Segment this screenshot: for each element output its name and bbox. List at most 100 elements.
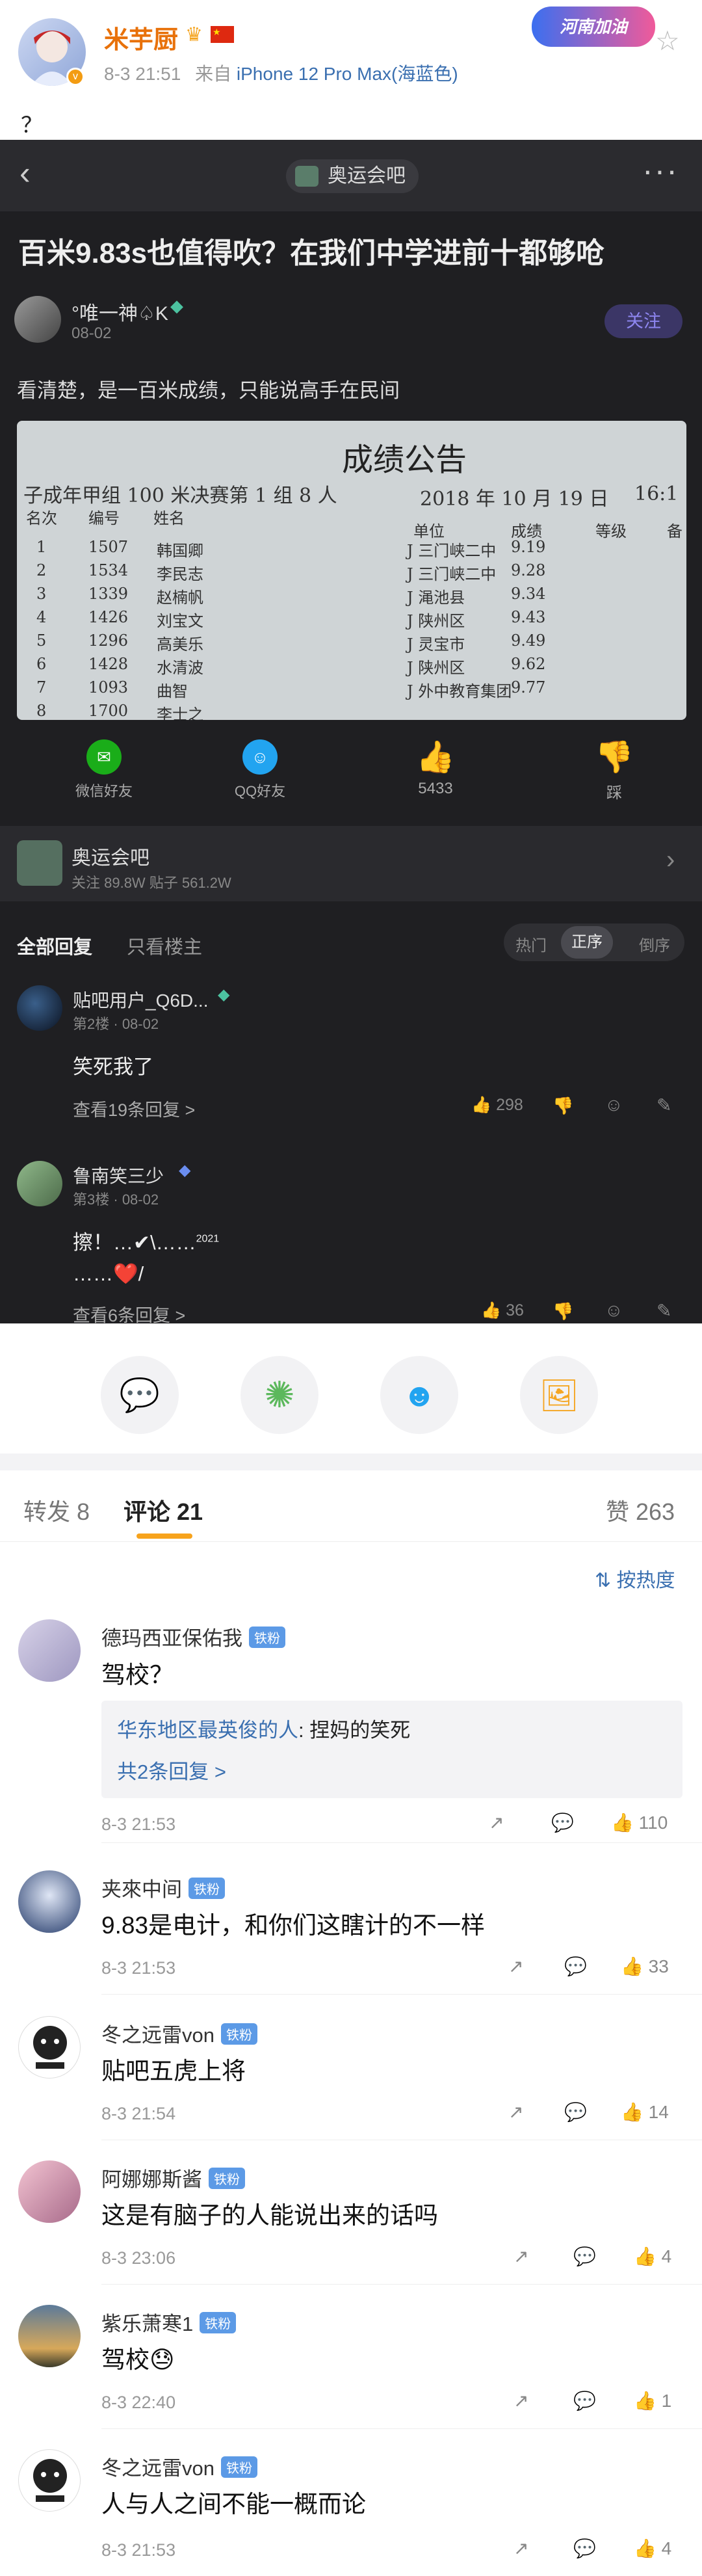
- henan-badge[interactable]: 河南加油: [532, 7, 655, 47]
- comment-like[interactable]: 👍 4: [634, 2246, 671, 2267]
- photo-cell: 9.62: [511, 655, 546, 673]
- crown-icon: ♛: [185, 24, 203, 46]
- repost-icon[interactable]: ↗: [508, 2101, 523, 2123]
- comment-user[interactable]: 夹來中间 铁粉: [101, 1873, 225, 1902]
- comment-like[interactable]: 👍 33: [621, 1956, 669, 1977]
- photo-cell: 李士之: [157, 706, 203, 720]
- floor-more: 查看19条回复 >: [73, 1100, 196, 1120]
- repost-icon[interactable]: ↗: [508, 1956, 523, 1977]
- floor-meta: 第2楼 · 08-02: [73, 1016, 159, 1032]
- comment-user[interactable]: 阿娜娜斯酱 铁粉: [101, 2163, 245, 2192]
- reply-icon[interactable]: 💬: [564, 2101, 587, 2123]
- photo-date: 2018 年 10 月 19 日: [420, 488, 609, 511]
- embed-topbar: ‹ 奥运会吧 ···: [0, 140, 702, 211]
- photo-cell: 水清波: [157, 659, 203, 677]
- repost-icon[interactable]: ↗: [489, 1812, 504, 1833]
- comment-user[interactable]: 紫乐萧寒1 铁粉: [101, 2307, 237, 2337]
- photo-cell: 8: [36, 702, 47, 720]
- comment-user[interactable]: 冬之远雷von 铁粉: [101, 2452, 257, 2481]
- floor-text: 笑死我了: [73, 1056, 153, 1078]
- embed-action-qq: ☺ QQ好友: [214, 739, 306, 801]
- comment-like[interactable]: 👍 4: [634, 2538, 671, 2559]
- repost-icon[interactable]: ↗: [514, 2390, 528, 2411]
- photo-cell: J 陕州区: [407, 612, 465, 630]
- photo-cell: 3: [36, 585, 47, 603]
- reply-icon[interactable]: 💬: [564, 1956, 587, 1977]
- embedded-screenshot: ‹ 奥运会吧 ··· 百米9.83s也值得吹？在我们中学进前十都够呛 °唯一神♤…: [0, 140, 702, 1325]
- comment-time: 8-3 21:54: [101, 2104, 176, 2123]
- comment-like[interactable]: 👍 110: [611, 1812, 668, 1833]
- reply-tab-all: 全部回复: [17, 937, 93, 958]
- photo-cell: J 陕州区: [407, 659, 465, 677]
- reply-user[interactable]: 华东地区最英俊的人: [117, 1719, 298, 1742]
- sort-label: 按热度: [616, 1570, 675, 1591]
- thumb-up-icon: 👍: [471, 1096, 492, 1114]
- floor-text-main: 擦！…✔\……: [73, 1231, 196, 1254]
- tab-underline: [136, 1534, 192, 1539]
- comment-like[interactable]: 👍 14: [621, 2101, 669, 2123]
- device-link[interactable]: iPhone 12 Pro Max(海蓝色): [237, 64, 458, 84]
- star-icon[interactable]: ☆: [655, 25, 680, 57]
- floor-text: 擦！…✔\……2021: [73, 1226, 219, 1255]
- repost-icon[interactable]: ↗: [514, 2246, 528, 2267]
- sort-asc: 正序: [561, 926, 613, 959]
- sort-button[interactable]: ⇅ 按热度: [595, 1564, 675, 1593]
- photo-col-rank: 名次: [26, 509, 57, 527]
- repost-icon[interactable]: ↗: [514, 2538, 528, 2559]
- photo-cell: 9.28: [511, 561, 546, 579]
- author-name[interactable]: 米芋厨: [104, 20, 178, 55]
- photo-col-note: 备: [667, 522, 682, 540]
- comment-like-count: 33: [648, 1956, 669, 1976]
- thumb-up-icon: 👍: [481, 1301, 502, 1320]
- share-qq-button[interactable]: ☻: [380, 1356, 458, 1434]
- comment-user[interactable]: 冬之远雷von 铁粉: [101, 2019, 257, 2048]
- share-moments-button[interactable]: ✺: [240, 1356, 318, 1434]
- photo-cell: 刘宝文: [157, 612, 203, 630]
- china-flag-icon: ★: [211, 26, 234, 43]
- share-wechat-button[interactable]: 💬: [101, 1356, 179, 1434]
- photo-cell: 1507: [88, 538, 129, 556]
- photo-cell: J 外中教育集团: [407, 682, 512, 700]
- sort-hot: 热门: [515, 937, 547, 955]
- photo-cell: 高美乐: [157, 635, 203, 654]
- tab-likes[interactable]: 赞 263: [606, 1493, 675, 1527]
- floor-avatar: [17, 985, 62, 1031]
- floor-avatar: [17, 1161, 62, 1206]
- reply-more-link[interactable]: 共2条回复 >: [117, 1755, 226, 1785]
- photo-cell: 1534: [88, 561, 129, 579]
- tab-comments[interactable]: 评论 21: [124, 1493, 203, 1527]
- comment-like-count: 1: [661, 2391, 672, 2411]
- photo-cell: 1296: [88, 631, 129, 650]
- tab-repost[interactable]: 转发 8: [23, 1493, 90, 1527]
- comment-avatar[interactable]: [18, 1619, 81, 1682]
- comment-avatar[interactable]: [18, 2305, 81, 2367]
- comment-user-name: 夹來中间: [101, 1878, 182, 1901]
- reply-icon[interactable]: 💬: [573, 2390, 596, 2411]
- photo-cell: J 渑池县: [407, 589, 465, 607]
- photo-cell: 9.34: [511, 585, 546, 603]
- photo-cell: J 三门峡二中: [407, 565, 497, 583]
- poster-name: °唯一神♤K: [72, 303, 168, 325]
- share-save-image-button[interactable]: 🖼: [520, 1356, 598, 1434]
- comment-time: 8-3 22:40: [101, 2393, 176, 2412]
- photo-heading: 成绩公告: [342, 442, 467, 478]
- photo-cell: 2: [36, 561, 47, 579]
- reply-icon[interactable]: 💬: [551, 1812, 574, 1833]
- moments-icon: ✺: [264, 1374, 295, 1415]
- comment-like[interactable]: 👍 1: [634, 2390, 671, 2411]
- reply-icon[interactable]: 💬: [573, 2246, 596, 2267]
- comment-avatar[interactable]: [18, 2160, 81, 2223]
- floor-like-count: 298: [496, 1096, 523, 1114]
- photo-cell: 6: [36, 655, 47, 673]
- comment-avatar[interactable]: [18, 1870, 81, 1933]
- thumb-up-icon: 👍: [621, 2102, 644, 2122]
- photo-col-name: 姓名: [153, 509, 185, 527]
- floor-meta: 第3楼 · 08-02: [73, 1191, 159, 1208]
- qq-icon: ☻: [402, 1377, 437, 1413]
- reply-preview[interactable]: 华东地区最英俊的人: 捏妈的笑死 共2条回复 >: [101, 1701, 682, 1798]
- comment-user[interactable]: 德玛西亚保佑我 铁粉: [101, 1622, 285, 1651]
- comment-avatar[interactable]: [18, 2449, 81, 2512]
- fan-badge: 铁粉: [220, 2023, 257, 2045]
- comment-avatar[interactable]: [18, 2016, 81, 2078]
- reply-icon[interactable]: 💬: [573, 2538, 596, 2559]
